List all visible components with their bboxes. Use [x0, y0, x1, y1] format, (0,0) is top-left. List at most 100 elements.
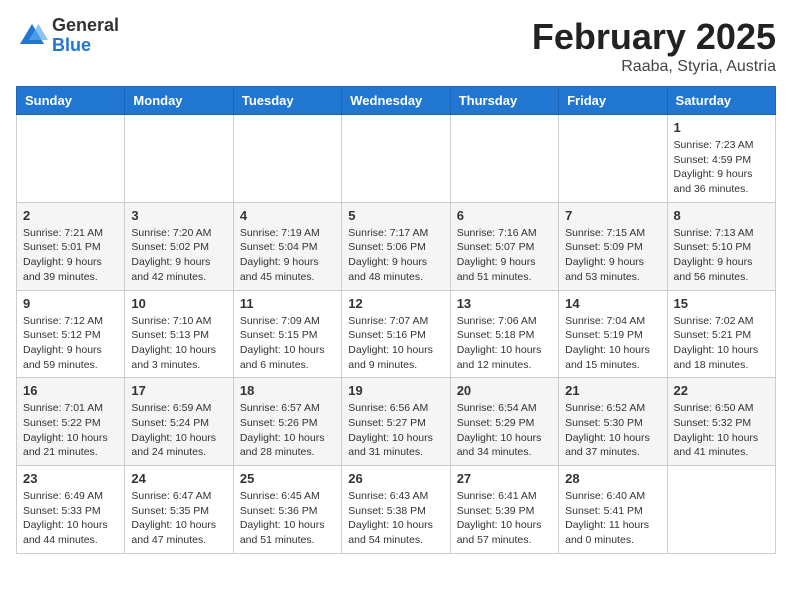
calendar-cell: 9 Sunrise: 7:12 AM Sunset: 5:12 PM Daylig…	[17, 290, 125, 378]
day-info: Sunrise: 7:19 AM Sunset: 5:04 PM Dayligh…	[240, 226, 335, 285]
day-info: Sunrise: 7:09 AM Sunset: 5:15 PM Dayligh…	[240, 314, 335, 373]
day-info: Sunrise: 6:47 AM Sunset: 5:35 PM Dayligh…	[131, 489, 226, 548]
calendar-header-tuesday: Tuesday	[233, 87, 341, 115]
day-number: 11	[240, 296, 335, 311]
calendar-header-friday: Friday	[559, 87, 667, 115]
day-info: Sunrise: 7:07 AM Sunset: 5:16 PM Dayligh…	[348, 314, 443, 373]
calendar-week-1: 1 Sunrise: 7:23 AM Sunset: 4:59 PM Daylig…	[17, 115, 776, 203]
calendar-cell: 1 Sunrise: 7:23 AM Sunset: 4:59 PM Daylig…	[667, 115, 775, 203]
calendar-header-saturday: Saturday	[667, 87, 775, 115]
calendar-header-wednesday: Wednesday	[342, 87, 450, 115]
calendar-cell	[667, 466, 775, 554]
calendar-cell: 23 Sunrise: 6:49 AM Sunset: 5:33 PM Dayli…	[17, 466, 125, 554]
day-number: 1	[674, 120, 769, 135]
calendar-cell: 19 Sunrise: 6:56 AM Sunset: 5:27 PM Dayli…	[342, 378, 450, 466]
calendar-cell: 16 Sunrise: 7:01 AM Sunset: 5:22 PM Dayli…	[17, 378, 125, 466]
day-info: Sunrise: 7:12 AM Sunset: 5:12 PM Dayligh…	[23, 314, 118, 373]
day-info: Sunrise: 6:57 AM Sunset: 5:26 PM Dayligh…	[240, 401, 335, 460]
calendar-header-monday: Monday	[125, 87, 233, 115]
calendar-cell: 7 Sunrise: 7:15 AM Sunset: 5:09 PM Daylig…	[559, 202, 667, 290]
calendar-header-row: SundayMondayTuesdayWednesdayThursdayFrid…	[17, 87, 776, 115]
day-info: Sunrise: 7:16 AM Sunset: 5:07 PM Dayligh…	[457, 226, 552, 285]
calendar-cell: 17 Sunrise: 6:59 AM Sunset: 5:24 PM Dayli…	[125, 378, 233, 466]
day-info: Sunrise: 6:52 AM Sunset: 5:30 PM Dayligh…	[565, 401, 660, 460]
day-number: 12	[348, 296, 443, 311]
day-number: 21	[565, 383, 660, 398]
day-info: Sunrise: 7:10 AM Sunset: 5:13 PM Dayligh…	[131, 314, 226, 373]
calendar-cell: 18 Sunrise: 6:57 AM Sunset: 5:26 PM Dayli…	[233, 378, 341, 466]
calendar-cell: 27 Sunrise: 6:41 AM Sunset: 5:39 PM Dayli…	[450, 466, 558, 554]
calendar-header-sunday: Sunday	[17, 87, 125, 115]
day-info: Sunrise: 6:40 AM Sunset: 5:41 PM Dayligh…	[565, 489, 660, 548]
month-title: February 2025	[532, 16, 776, 58]
day-info: Sunrise: 7:04 AM Sunset: 5:19 PM Dayligh…	[565, 314, 660, 373]
location: Raaba, Styria, Austria	[532, 58, 776, 76]
day-number: 2	[23, 208, 118, 223]
page-header: General Blue February 2025 Raaba, Styria…	[16, 16, 776, 76]
calendar-cell: 8 Sunrise: 7:13 AM Sunset: 5:10 PM Daylig…	[667, 202, 775, 290]
day-number: 5	[348, 208, 443, 223]
calendar-cell: 21 Sunrise: 6:52 AM Sunset: 5:30 PM Dayli…	[559, 378, 667, 466]
calendar-week-5: 23 Sunrise: 6:49 AM Sunset: 5:33 PM Dayli…	[17, 466, 776, 554]
day-info: Sunrise: 6:49 AM Sunset: 5:33 PM Dayligh…	[23, 489, 118, 548]
day-info: Sunrise: 6:59 AM Sunset: 5:24 PM Dayligh…	[131, 401, 226, 460]
calendar-cell	[450, 115, 558, 203]
calendar-cell	[559, 115, 667, 203]
calendar-cell	[17, 115, 125, 203]
logo-general: General	[52, 16, 119, 36]
day-info: Sunrise: 7:20 AM Sunset: 5:02 PM Dayligh…	[131, 226, 226, 285]
calendar-week-2: 2 Sunrise: 7:21 AM Sunset: 5:01 PM Daylig…	[17, 202, 776, 290]
logo-text: General Blue	[52, 16, 119, 56]
calendar-cell	[233, 115, 341, 203]
day-number: 16	[23, 383, 118, 398]
calendar-cell: 24 Sunrise: 6:47 AM Sunset: 5:35 PM Dayli…	[125, 466, 233, 554]
day-info: Sunrise: 7:21 AM Sunset: 5:01 PM Dayligh…	[23, 226, 118, 285]
day-number: 6	[457, 208, 552, 223]
day-info: Sunrise: 7:23 AM Sunset: 4:59 PM Dayligh…	[674, 138, 769, 197]
day-info: Sunrise: 6:45 AM Sunset: 5:36 PM Dayligh…	[240, 489, 335, 548]
calendar-cell: 2 Sunrise: 7:21 AM Sunset: 5:01 PM Daylig…	[17, 202, 125, 290]
day-number: 3	[131, 208, 226, 223]
day-info: Sunrise: 7:15 AM Sunset: 5:09 PM Dayligh…	[565, 226, 660, 285]
day-number: 18	[240, 383, 335, 398]
calendar-cell: 13Sunrise: 7:06 AM Sunset: 5:18 PM Dayli…	[450, 290, 558, 378]
day-number: 13	[457, 296, 552, 311]
day-number: 8	[674, 208, 769, 223]
calendar-cell: 28 Sunrise: 6:40 AM Sunset: 5:41 PM Dayli…	[559, 466, 667, 554]
day-number: 28	[565, 471, 660, 486]
logo: General Blue	[16, 16, 119, 56]
day-number: 4	[240, 208, 335, 223]
day-number: 27	[457, 471, 552, 486]
title-block: February 2025 Raaba, Styria, Austria	[532, 16, 776, 76]
calendar-cell: 10 Sunrise: 7:10 AM Sunset: 5:13 PM Dayli…	[125, 290, 233, 378]
calendar-cell: 12 Sunrise: 7:07 AM Sunset: 5:16 PM Dayli…	[342, 290, 450, 378]
logo-blue: Blue	[52, 36, 119, 56]
day-number: 17	[131, 383, 226, 398]
day-info: Sunrise: 7:13 AM Sunset: 5:10 PM Dayligh…	[674, 226, 769, 285]
day-number: 26	[348, 471, 443, 486]
day-info: Sunrise: 7:02 AM Sunset: 5:21 PM Dayligh…	[674, 314, 769, 373]
day-info: Sunrise: 7:01 AM Sunset: 5:22 PM Dayligh…	[23, 401, 118, 460]
calendar-week-3: 9 Sunrise: 7:12 AM Sunset: 5:12 PM Daylig…	[17, 290, 776, 378]
day-number: 9	[23, 296, 118, 311]
calendar-cell	[342, 115, 450, 203]
calendar-header-thursday: Thursday	[450, 87, 558, 115]
day-info: Sunrise: 6:41 AM Sunset: 5:39 PM Dayligh…	[457, 489, 552, 548]
calendar-cell: 20Sunrise: 6:54 AM Sunset: 5:29 PM Dayli…	[450, 378, 558, 466]
calendar-cell: 11 Sunrise: 7:09 AM Sunset: 5:15 PM Dayli…	[233, 290, 341, 378]
day-number: 10	[131, 296, 226, 311]
day-number: 19	[348, 383, 443, 398]
calendar-cell: 15 Sunrise: 7:02 AM Sunset: 5:21 PM Dayli…	[667, 290, 775, 378]
day-number: 24	[131, 471, 226, 486]
day-info: Sunrise: 6:43 AM Sunset: 5:38 PM Dayligh…	[348, 489, 443, 548]
day-number: 15	[674, 296, 769, 311]
day-number: 7	[565, 208, 660, 223]
day-info: Sunrise: 6:56 AM Sunset: 5:27 PM Dayligh…	[348, 401, 443, 460]
calendar-cell: 6 Sunrise: 7:16 AM Sunset: 5:07 PM Daylig…	[450, 202, 558, 290]
calendar-cell	[125, 115, 233, 203]
calendar-cell: 14 Sunrise: 7:04 AM Sunset: 5:19 PM Dayli…	[559, 290, 667, 378]
day-number: 14	[565, 296, 660, 311]
day-number: 23	[23, 471, 118, 486]
calendar-week-4: 16 Sunrise: 7:01 AM Sunset: 5:22 PM Dayli…	[17, 378, 776, 466]
day-number: 22	[674, 383, 769, 398]
